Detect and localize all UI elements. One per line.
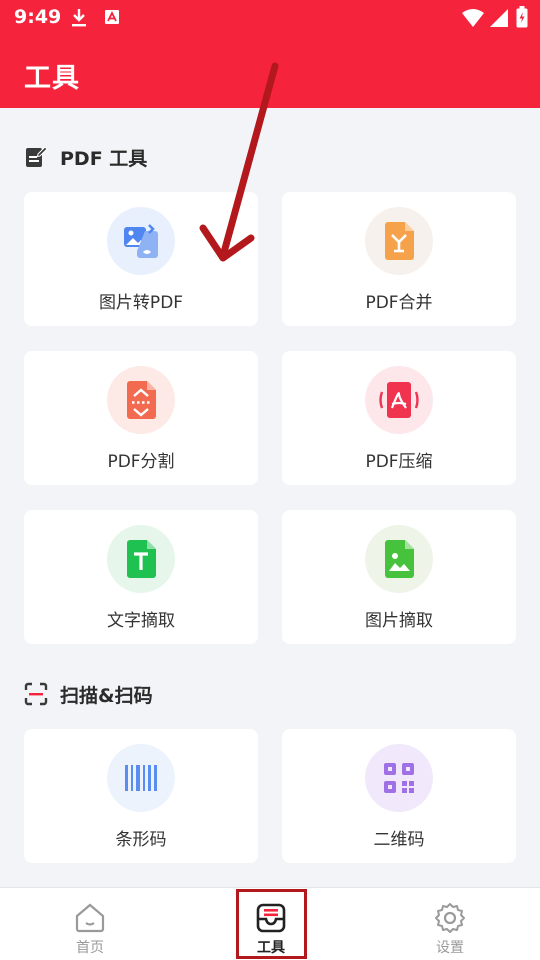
section-header-pdf-tools: PDF 工具 <box>24 143 147 171</box>
tool-icon-bubble <box>365 207 433 275</box>
tool-label: PDF合并 <box>365 293 433 313</box>
page-title: 工具 <box>24 63 80 94</box>
pdf-compress-icon <box>379 382 419 418</box>
tool-card-pdf-merge[interactable]: PDF合并 <box>282 192 516 326</box>
section-header-scan: 扫描&扫码 <box>24 680 153 708</box>
download-icon <box>72 9 86 27</box>
status-bar: 9:49 <box>0 0 540 36</box>
document-edit-icon <box>26 146 48 167</box>
tool-card-barcode[interactable]: 条形码 <box>24 729 258 863</box>
tool-icon-bubble <box>107 366 175 434</box>
nav-label-settings: 设置 <box>436 940 464 956</box>
tool-label: 文字摘取 <box>107 611 175 631</box>
section-title-pdf-tools: PDF 工具 <box>60 147 148 170</box>
wifi-icon <box>462 9 484 27</box>
tool-icon-bubble <box>365 366 433 434</box>
scan-frame-icon <box>24 682 48 706</box>
nav-item-settings[interactable]: 设置 <box>410 888 490 960</box>
tool-label: PDF分割 <box>107 452 175 472</box>
tool-icon-bubble <box>107 525 175 593</box>
tool-label: 图片转PDF <box>98 293 184 313</box>
tool-label: PDF压缩 <box>365 452 433 472</box>
tool-icon-bubble <box>365 744 433 812</box>
tool-label: 二维码 <box>373 830 425 850</box>
battery-icon <box>516 6 528 28</box>
tool-card-pdf-compress[interactable]: PDF压缩 <box>282 351 516 485</box>
tool-card-pdf-split[interactable]: PDF分割 <box>24 351 258 485</box>
tool-icon-bubble <box>365 525 433 593</box>
pdf-merge-icon <box>385 222 414 260</box>
nav-item-home[interactable]: 首页 <box>50 888 130 960</box>
home-icon <box>75 903 105 933</box>
annotation-arrow <box>199 62 279 262</box>
tool-label: 条形码 <box>115 830 167 850</box>
image-extract-icon <box>385 540 414 578</box>
image-to-pdf-icon <box>124 224 158 258</box>
notification-a-icon <box>105 10 119 24</box>
status-time: 9:49 <box>14 6 62 28</box>
tool-card-text-extract[interactable]: 文字摘取 <box>24 510 258 644</box>
cellular-signal-icon <box>490 9 508 27</box>
gear-icon <box>435 903 465 933</box>
section-title-scan: 扫描&扫码 <box>60 684 153 707</box>
barcode-icon <box>125 765 157 791</box>
tool-card-qrcode[interactable]: 二维码 <box>282 729 516 863</box>
tool-label: 图片摘取 <box>365 611 433 631</box>
tool-card-image-extract[interactable]: 图片摘取 <box>282 510 516 644</box>
annotation-highlight-box <box>236 889 307 959</box>
qr-code-icon <box>384 763 414 793</box>
tool-icon-bubble <box>107 744 175 812</box>
nav-label-home: 首页 <box>76 940 104 956</box>
text-extract-icon <box>127 540 156 578</box>
pdf-split-icon <box>127 381 156 419</box>
tool-icon-bubble <box>107 207 175 275</box>
